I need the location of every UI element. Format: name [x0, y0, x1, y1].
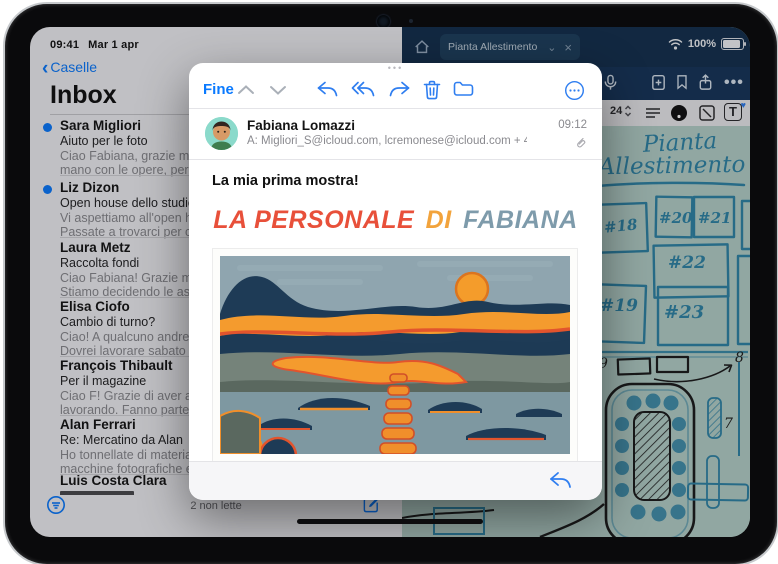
done-button[interactable]: Fine — [203, 81, 234, 98]
trash-icon[interactable] — [423, 80, 445, 100]
artwork-title-part3: FABIANA — [463, 206, 578, 234]
folder-icon[interactable] — [453, 80, 475, 100]
divider — [189, 108, 602, 109]
ipad-device: 09:41Mar 1 apr ‹Caselle Inbox Sara Migli… — [3, 2, 778, 564]
message-subject: La mia prima mostra! — [212, 173, 359, 189]
artwork-title-part1: LA PERSONALE — [213, 206, 414, 234]
divider — [189, 159, 602, 160]
received-time: 09:12 — [558, 119, 587, 131]
reply-all-icon[interactable] — [351, 80, 373, 100]
reply-icon[interactable] — [316, 80, 338, 100]
home-indicator[interactable] — [297, 519, 483, 524]
artwork-title-part2: DI — [422, 206, 456, 234]
mail-message-window: ••• Fine — [189, 63, 602, 500]
reply-button[interactable] — [548, 470, 572, 492]
artwork-painting — [213, 249, 577, 461]
attachment-paperclip-icon — [574, 136, 586, 148]
sender-name: Fabiana Lomazzi — [247, 118, 355, 133]
window-drag-handle[interactable]: ••• — [189, 63, 602, 73]
recipients-line[interactable]: A: Migliori_S@icloud.com, lcremonese@icl… — [247, 135, 527, 147]
sender-avatar[interactable] — [205, 117, 238, 150]
screenshot: 09:41Mar 1 apr ‹Caselle Inbox Sara Migli… — [0, 0, 778, 564]
sensor-dot — [409, 19, 413, 23]
ipad-screen: 09:41Mar 1 apr ‹Caselle Inbox Sara Migli… — [30, 27, 750, 537]
message-footer — [189, 461, 602, 500]
artwork-title: LA PERSONALE DI FABIANA — [209, 206, 582, 235]
message-toolbar: Fine — [189, 73, 602, 107]
forward-icon[interactable] — [389, 80, 411, 100]
more-circle-icon[interactable] — [564, 80, 586, 100]
chevron-up-icon[interactable] — [235, 80, 257, 100]
chevron-down-icon[interactable] — [267, 80, 289, 100]
